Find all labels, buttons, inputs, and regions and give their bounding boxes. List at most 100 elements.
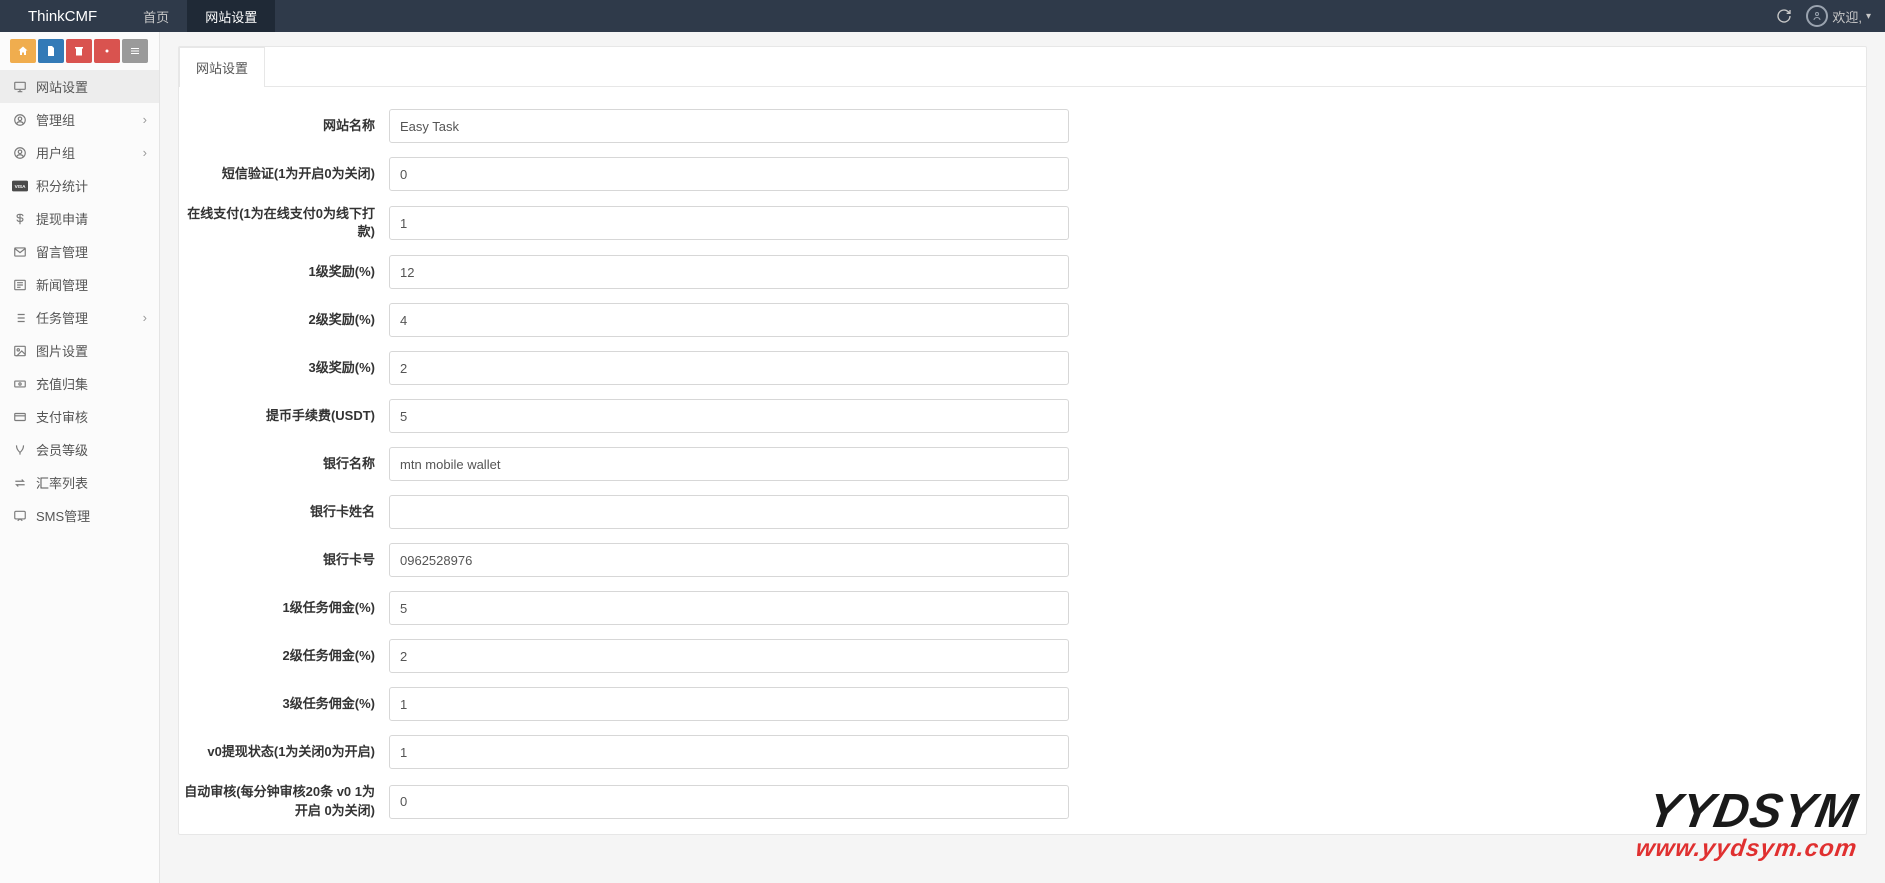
form-input-13[interactable] [389, 735, 1069, 769]
sidebar-item-label: 留言管理 [36, 242, 147, 261]
navbar: ThinkCMF 首页 网站设置 欢迎, ▾ [0, 0, 1885, 32]
form-input-10[interactable] [389, 591, 1069, 625]
list-icon [12, 310, 28, 326]
sms-icon [12, 508, 28, 524]
form-input-6[interactable] [389, 399, 1069, 433]
user-circle-icon [12, 145, 28, 161]
visa-icon: VISA [12, 178, 28, 194]
sidebar-item-8[interactable]: 图片设置 [0, 334, 159, 367]
form-input-9[interactable] [389, 543, 1069, 577]
sidebar-item-label: 任务管理 [36, 308, 135, 327]
nav-tab-site-settings[interactable]: 网站设置 [187, 0, 275, 32]
sidebar-item-label: 积分统计 [36, 176, 147, 195]
form-row: 2级任务佣金(%) [179, 639, 1866, 673]
form-input-5[interactable] [389, 351, 1069, 385]
form-input-7[interactable] [389, 447, 1069, 481]
form-label: 短信验证(1为开启0为关闭) [179, 165, 389, 183]
form-label: v0提现状态(1为关闭0为开启) [179, 743, 389, 761]
sidebar-item-6[interactable]: 新闻管理 [0, 268, 159, 301]
sidebar-item-9[interactable]: 充值归集 [0, 367, 159, 400]
form-input-11[interactable] [389, 639, 1069, 673]
sidebar-item-5[interactable]: 留言管理 [0, 235, 159, 268]
sidebar-item-label: 支付审核 [36, 407, 147, 426]
form-row: 网站名称 [179, 109, 1866, 143]
form-label: 银行名称 [179, 455, 389, 473]
money-icon [12, 376, 28, 392]
nav-tab-home[interactable]: 首页 [125, 0, 187, 32]
chevron-right-icon: › [143, 310, 147, 325]
form-input-12[interactable] [389, 687, 1069, 721]
chevron-right-icon: › [143, 145, 147, 160]
form-row: 银行名称 [179, 447, 1866, 481]
sidebar-item-label: 提现申请 [36, 209, 147, 228]
form-input-0[interactable] [389, 109, 1069, 143]
panel-tab-site-settings[interactable]: 网站设置 [179, 47, 265, 87]
sidebar-item-12[interactable]: 汇率列表 [0, 466, 159, 499]
form-row: 银行卡姓名 [179, 495, 1866, 529]
form-input-1[interactable] [389, 157, 1069, 191]
newspaper-icon [12, 277, 28, 293]
exchange-icon [12, 475, 28, 491]
form-row: 1级任务佣金(%) [179, 591, 1866, 625]
toolbar-home-button[interactable] [10, 39, 36, 63]
sidebar-item-11[interactable]: 会员等级 [0, 433, 159, 466]
form-label: 提币手续费(USDT) [179, 407, 389, 425]
form-row: v0提现状态(1为关闭0为开启) [179, 735, 1866, 769]
welcome-dropdown[interactable]: 欢迎, ▾ [1806, 5, 1871, 27]
sidebar-item-label: 网站设置 [36, 77, 147, 96]
form-row: 银行卡号 [179, 543, 1866, 577]
form-row: 3级任务佣金(%) [179, 687, 1866, 721]
sidebar: 网站设置管理组 › 用户组 › VISA 积分统计提现申请留言管理新闻管理任务管理 › 图片设… [0, 32, 160, 883]
form-label: 自动审核(每分钟审核20条 v0 1为开启 0为关闭) [179, 783, 389, 819]
form-label: 3级任务佣金(%) [179, 695, 389, 713]
form-input-14[interactable] [389, 785, 1069, 819]
dollar-icon [12, 211, 28, 227]
sidebar-item-2[interactable]: 用户组 › [0, 136, 159, 169]
form-row: 1级奖励(%) [179, 255, 1866, 289]
form-row: 提币手续费(USDT) [179, 399, 1866, 433]
monitor-icon [12, 79, 28, 95]
sidebar-item-label: 充值归集 [36, 374, 147, 393]
form-input-2[interactable] [389, 206, 1069, 240]
form-label: 银行卡姓名 [179, 503, 389, 521]
sidebar-item-0[interactable]: 网站设置 [0, 70, 159, 103]
chevron-right-icon: › [143, 112, 147, 127]
sidebar-item-label: 汇率列表 [36, 473, 147, 492]
svg-text:VISA: VISA [15, 184, 27, 189]
settings-form: 网站名称短信验证(1为开启0为关闭) 在线支付(1为在线支付0为线下打款) 1级奖励… [179, 87, 1866, 820]
sidebar-item-label: 图片设置 [36, 341, 147, 360]
form-input-8[interactable] [389, 495, 1069, 529]
form-input-4[interactable] [389, 303, 1069, 337]
brand: ThinkCMF [0, 8, 125, 25]
image-icon [12, 343, 28, 359]
form-label: 2级任务佣金(%) [179, 647, 389, 665]
form-input-3[interactable] [389, 255, 1069, 289]
sidebar-item-label: 用户组 [36, 143, 135, 162]
sidebar-item-4[interactable]: 提现申请 [0, 202, 159, 235]
form-row: 短信验证(1为开启0为关闭) [179, 157, 1866, 191]
form-row: 3级奖励(%) [179, 351, 1866, 385]
sidebar-item-label: SMS管理 [36, 506, 147, 525]
nav-right: 欢迎, ▾ [1776, 5, 1885, 27]
avatar-icon [1806, 5, 1828, 27]
toolbar-gear-button[interactable] [94, 39, 120, 63]
toolbar-list-button[interactable] [122, 39, 148, 63]
toolbar-trash-button[interactable] [66, 39, 92, 63]
refresh-icon[interactable] [1776, 8, 1792, 24]
sidebar-item-1[interactable]: 管理组 › [0, 103, 159, 136]
sidebar-item-7[interactable]: 任务管理 › [0, 301, 159, 334]
sidebar-toolbar [0, 32, 159, 70]
toolbar-file-button[interactable] [38, 39, 64, 63]
sidebar-item-3[interactable]: VISA 积分统计 [0, 169, 159, 202]
envelope-icon [12, 244, 28, 260]
sidebar-item-label: 管理组 [36, 110, 135, 129]
sidebar-list: 网站设置管理组 › 用户组 › VISA 积分统计提现申请留言管理新闻管理任务管理 › 图片设… [0, 70, 159, 532]
form-label: 在线支付(1为在线支付0为线下打款) [179, 205, 389, 241]
form-label: 1级任务佣金(%) [179, 599, 389, 617]
sidebar-item-10[interactable]: 支付审核 [0, 400, 159, 433]
sidebar-item-13[interactable]: SMS管理 [0, 499, 159, 532]
welcome-label: 欢迎, [1832, 7, 1862, 26]
sidebar-item-label: 会员等级 [36, 440, 147, 459]
form-label: 银行卡号 [179, 551, 389, 569]
form-row: 在线支付(1为在线支付0为线下打款) [179, 205, 1866, 241]
